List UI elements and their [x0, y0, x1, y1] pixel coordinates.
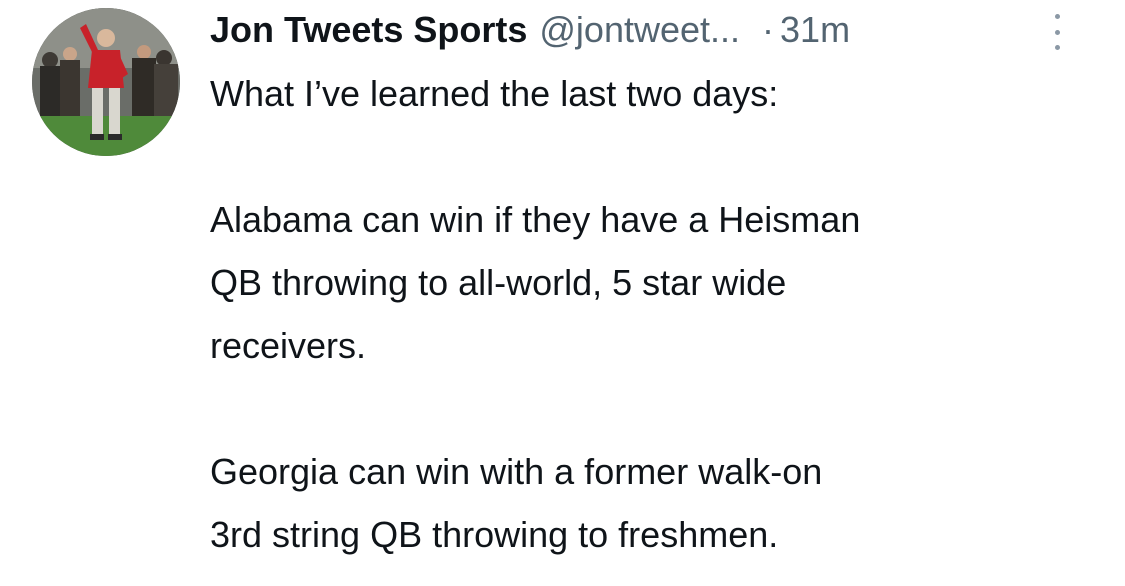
ellipsis-dot	[1054, 14, 1060, 19]
tweet-text: What I’ve learned the last two days: Ala…	[210, 62, 1110, 566]
tweet-line: Alabama can win if they have a Heisman	[210, 199, 861, 240]
avatar[interactable]	[32, 8, 180, 156]
tweet[interactable]: Jon Tweets Sports @jontweet... · 31m Wha…	[0, 0, 1125, 586]
display-name[interactable]: Jon Tweets Sports	[210, 6, 527, 54]
ellipsis-dot	[1054, 45, 1060, 50]
tweet-header: Jon Tweets Sports @jontweet... · 31m	[210, 6, 850, 56]
separator-dot: ·	[762, 9, 775, 50]
tweet-line: 3rd string QB throwing to freshmen.	[210, 514, 779, 555]
user-handle[interactable]: @jontweet...	[539, 6, 740, 54]
tweet-line: What I’ve learned the last two days:	[210, 73, 779, 114]
tweet-line: receivers.	[210, 325, 367, 366]
vertical-ellipsis-icon[interactable]	[1050, 14, 1064, 50]
ellipsis-dot	[1054, 29, 1060, 35]
tweet-line: Georgia can win with a former walk-on	[210, 451, 823, 492]
profile-photo-icon	[32, 8, 180, 156]
tweet-line: QB throwing to all-world, 5 star wide	[210, 262, 787, 303]
timestamp[interactable]: 31m	[780, 6, 850, 54]
